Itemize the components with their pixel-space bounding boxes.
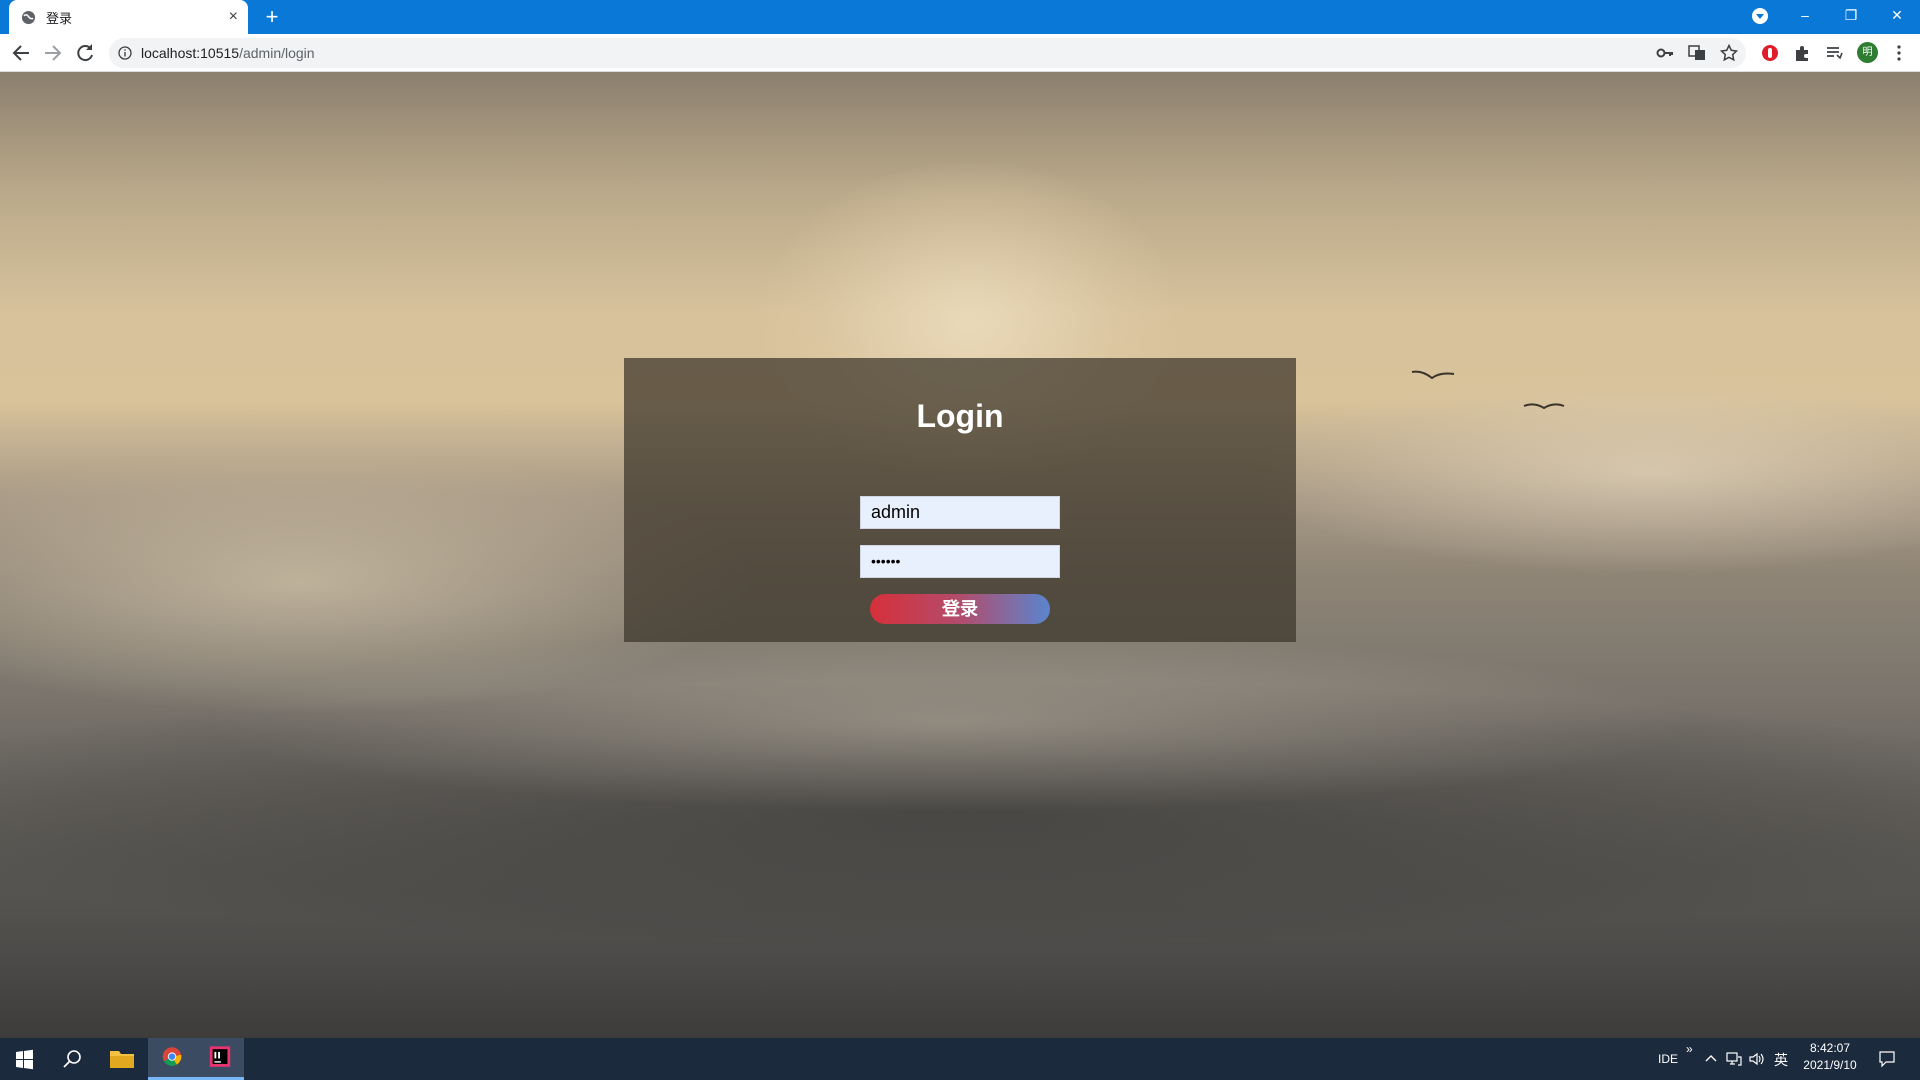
tab-close-icon[interactable]: × bbox=[229, 9, 238, 25]
url-path: /admin/login bbox=[239, 45, 315, 61]
reload-icon[interactable] bbox=[73, 41, 97, 65]
restore-button[interactable]: ❐ bbox=[1828, 0, 1874, 30]
close-window-button[interactable]: ✕ bbox=[1874, 0, 1920, 30]
menu-icon[interactable] bbox=[1890, 44, 1908, 62]
taskbar: IDE » 英 8:42:07 2021/9/10 bbox=[0, 1038, 1920, 1080]
browser-toolbar: localhost:10515/admin/login 明 bbox=[0, 34, 1920, 72]
browser-tab[interactable]: 登录 × bbox=[9, 0, 248, 34]
profile-avatar[interactable]: 明 bbox=[1857, 42, 1878, 63]
url-text[interactable]: localhost:10515/admin/login bbox=[141, 38, 315, 68]
puzzle-icon[interactable] bbox=[1793, 44, 1811, 62]
translate-icon[interactable] bbox=[1688, 44, 1706, 62]
extension-red-icon[interactable] bbox=[1761, 44, 1779, 62]
login-button[interactable]: 登录 bbox=[870, 594, 1050, 624]
url-host: localhost:10515 bbox=[141, 45, 240, 61]
wave-crest-right bbox=[1250, 372, 1920, 572]
seagull-icon bbox=[1411, 370, 1455, 380]
password-input[interactable]: •••••• bbox=[860, 545, 1060, 578]
chevron-up-icon[interactable] bbox=[1704, 1052, 1718, 1066]
clock-time: 8:42:07 bbox=[1809, 1041, 1851, 1055]
ime-language-indicator[interactable]: 英 bbox=[1774, 1050, 1788, 1070]
chrome-icon[interactable] bbox=[148, 1038, 196, 1080]
foam-band bbox=[200, 632, 1700, 812]
minimize-button[interactable]: – bbox=[1782, 0, 1828, 30]
key-icon[interactable] bbox=[1656, 44, 1674, 62]
seagull-icon bbox=[1523, 403, 1565, 410]
new-tab-button[interactable]: + bbox=[260, 5, 284, 29]
reading-list-icon[interactable] bbox=[1825, 44, 1843, 62]
globe-icon bbox=[21, 10, 36, 24]
tray-overflow-icon[interactable]: » bbox=[1686, 1042, 1693, 1056]
intellij-idea-icon[interactable] bbox=[196, 1038, 244, 1080]
tab-search-icon[interactable] bbox=[1752, 8, 1768, 24]
clock[interactable]: 8:42:07 2021/9/10 bbox=[1796, 1041, 1864, 1072]
ide-tray-label[interactable]: IDE bbox=[1658, 1052, 1678, 1066]
login-title: Login bbox=[916, 398, 1004, 434]
search-icon[interactable] bbox=[48, 1038, 96, 1080]
volume-icon[interactable] bbox=[1748, 1051, 1764, 1067]
star-icon[interactable] bbox=[1720, 44, 1738, 62]
browser-titlebar: 登录 × + – ❐ ✕ bbox=[0, 0, 1920, 34]
file-explorer-icon[interactable] bbox=[98, 1038, 146, 1080]
tab-title: 登录 bbox=[46, 10, 73, 26]
address-bar[interactable]: localhost:10515/admin/login bbox=[109, 38, 1746, 68]
clock-date: 2021/9/10 bbox=[1803, 1058, 1857, 1072]
login-panel: Login admin •••••• 登录 bbox=[624, 358, 1296, 642]
network-icon[interactable] bbox=[1726, 1051, 1742, 1067]
windows-start-icon[interactable] bbox=[0, 1038, 48, 1080]
back-icon[interactable] bbox=[9, 41, 33, 65]
info-icon[interactable] bbox=[118, 46, 132, 60]
username-input[interactable]: admin bbox=[860, 496, 1060, 529]
notification-icon[interactable] bbox=[1878, 1050, 1896, 1068]
forward-icon[interactable] bbox=[41, 41, 65, 65]
page-background: Login admin •••••• 登录 bbox=[0, 72, 1920, 1038]
